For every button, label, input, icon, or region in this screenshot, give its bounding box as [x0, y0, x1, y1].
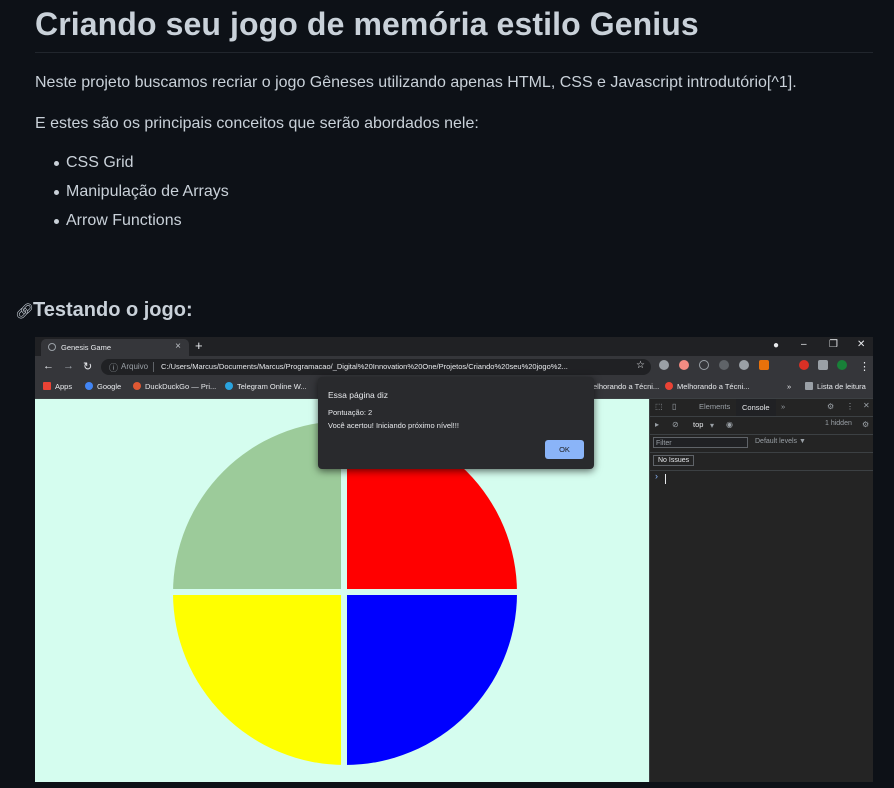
- address-url[interactable]: C:/Users/Marcus/Documents/Marcus/Program…: [161, 362, 631, 371]
- menu-dots-icon[interactable]: ⋮: [859, 360, 870, 373]
- text-cursor: [665, 474, 666, 484]
- context-select[interactable]: top: [693, 420, 703, 429]
- reload-icon[interactable]: ↻: [83, 360, 92, 373]
- hidden-count: 1 hidden: [825, 420, 852, 427]
- new-tab-button[interactable]: +: [195, 338, 203, 353]
- genius-board: [173, 421, 517, 765]
- restore-button[interactable]: ❐: [829, 339, 838, 350]
- list-item: Manipulação de Arrays: [35, 181, 229, 210]
- gear-icon[interactable]: ⚙: [862, 420, 869, 429]
- reading-list[interactable]: Lista de leitura: [805, 382, 866, 391]
- bookmark-telegram[interactable]: Telegram Online W...: [225, 382, 307, 391]
- bookmark-star-icon[interactable]: ☆: [636, 360, 645, 371]
- tab-title: Genesis Game: [61, 343, 112, 352]
- forward-arrow-icon[interactable]: →: [63, 360, 74, 372]
- alert-dialog: Essa página diz Pontuação: 2 Você acerto…: [318, 377, 594, 469]
- filter-input[interactable]: Filter: [653, 437, 748, 448]
- console-prompt[interactable]: ›: [655, 471, 658, 481]
- bookmarks-overflow[interactable]: »: [787, 382, 791, 391]
- bookmark-apps[interactable]: Apps: [43, 382, 72, 391]
- dialog-title: Essa página diz: [328, 390, 389, 400]
- clear-console-icon[interactable]: ⊘: [672, 420, 679, 429]
- bookmark-melhorando-1[interactable]: elhorando a Técni...: [593, 382, 659, 391]
- extension-icon[interactable]: [659, 360, 669, 370]
- avatar[interactable]: [837, 360, 847, 370]
- tab-console[interactable]: Console: [736, 399, 776, 416]
- inspect-icon[interactable]: ⬚: [655, 402, 663, 411]
- window-close-button[interactable]: ✕: [857, 339, 865, 350]
- concepts-intro: E estes são os principais conceitos que …: [35, 115, 479, 132]
- bookmark-google[interactable]: Google: [85, 382, 121, 391]
- dialog-message: Você acertou! Iniciando próximo nível!!!: [328, 421, 459, 430]
- tab-elements[interactable]: Elements: [699, 402, 730, 411]
- reading-list-icon: [805, 382, 813, 390]
- bookmark-melhorando-2[interactable]: Melhorando a Técni...: [665, 382, 749, 391]
- minimize-button[interactable]: –: [801, 339, 807, 350]
- eye-icon[interactable]: ◉: [726, 420, 733, 429]
- address-divider: [153, 362, 154, 372]
- duckduckgo-icon: [133, 382, 141, 390]
- address-scheme-label: Arquivo: [121, 362, 149, 371]
- browser-tab-strip: Genesis Game × + ● – ❐ ✕: [35, 337, 873, 356]
- list-item: CSS Grid: [35, 152, 229, 181]
- apps-grid-icon: [43, 382, 51, 390]
- bookmark-duckduckgo[interactable]: DuckDuckGo — Pri...: [133, 382, 216, 391]
- extension-icon[interactable]: [759, 360, 769, 370]
- levels-select[interactable]: Default levels ▼: [755, 438, 806, 445]
- console-toolbar: ▸ ⊘ top ▾ ◉ 1 hidden ⚙: [650, 417, 873, 435]
- game-screenshot: Genesis Game × + ● – ❐ ✕ ← → ↻ ⓘ Arquivo…: [35, 337, 873, 782]
- list-item-label: CSS Grid: [66, 154, 134, 171]
- extension-icon[interactable]: [739, 360, 749, 370]
- tab-close-icon[interactable]: ×: [175, 341, 181, 352]
- issues-button[interactable]: No Issues: [653, 455, 695, 466]
- back-arrow-icon[interactable]: ←: [43, 360, 54, 372]
- extension-icon[interactable]: [699, 360, 709, 370]
- extension-icon[interactable]: [719, 360, 729, 370]
- ok-button[interactable]: OK: [545, 440, 584, 459]
- green-pad[interactable]: [173, 421, 341, 589]
- close-icon[interactable]: ✕: [863, 401, 870, 410]
- issues-row: No Issues: [650, 453, 873, 471]
- devtools-tabs: ⬚ ▯ Elements Console » ⚙ ⋮ ✕: [650, 399, 873, 417]
- device-toolbar-icon[interactable]: ▯: [672, 402, 676, 411]
- section-heading-label: Testando o jogo:: [33, 299, 193, 321]
- browser-tab[interactable]: Genesis Game ×: [41, 339, 189, 356]
- gear-icon[interactable]: ⚙: [827, 402, 834, 411]
- profile-dot-icon[interactable]: ●: [773, 340, 779, 351]
- list-item-label: Manipulação de Arrays: [66, 183, 229, 200]
- google-icon: [85, 382, 93, 390]
- browser-toolbar: ← → ↻ ⓘ Arquivo C:/Users/Marcus/Document…: [35, 356, 873, 378]
- filter-row: Filter Default levels ▼: [650, 435, 873, 453]
- puzzle-icon[interactable]: [818, 360, 828, 370]
- chevron-down-icon: ▾: [710, 421, 715, 430]
- list-item-label: Arrow Functions: [66, 212, 182, 229]
- section-heading: 🔗︎Testando o jogo:: [15, 299, 193, 322]
- music-icon: [665, 382, 673, 390]
- info-icon[interactable]: ⓘ: [109, 361, 118, 374]
- bullet-icon: [54, 161, 59, 166]
- extension-icon[interactable]: [799, 360, 809, 370]
- yellow-pad[interactable]: [173, 595, 341, 765]
- list-item: Arrow Functions: [35, 210, 229, 239]
- concepts-list: CSS Grid Manipulação de Arrays Arrow Fun…: [35, 152, 229, 239]
- readme: Criando seu jogo de memória estilo Geniu…: [0, 0, 894, 788]
- sidebar-toggle-icon[interactable]: ▸: [655, 420, 659, 429]
- blue-pad[interactable]: [347, 595, 517, 765]
- intro-paragraph: Neste projeto buscamos recriar o jogo Gê…: [35, 74, 797, 91]
- title-divider: [35, 52, 873, 53]
- menu-dots-icon[interactable]: ⋮: [846, 402, 854, 411]
- globe-icon: [48, 343, 56, 351]
- page-title: Criando seu jogo de memória estilo Geniu…: [35, 6, 699, 42]
- bullet-icon: [54, 190, 59, 195]
- dialog-score: Pontuação: 2: [328, 408, 373, 417]
- devtools-panel: ⬚ ▯ Elements Console » ⚙ ⋮ ✕ ▸ ⊘ top ▾ ◉…: [649, 399, 873, 782]
- anchor-link-icon[interactable]: 🔗︎: [15, 302, 34, 320]
- address-bar[interactable]: ⓘ Arquivo C:/Users/Marcus/Documents/Marc…: [101, 359, 651, 375]
- telegram-icon: [225, 382, 233, 390]
- devtools-more-tabs[interactable]: »: [781, 402, 785, 411]
- extension-icon[interactable]: [679, 360, 689, 370]
- bullet-icon: [54, 219, 59, 224]
